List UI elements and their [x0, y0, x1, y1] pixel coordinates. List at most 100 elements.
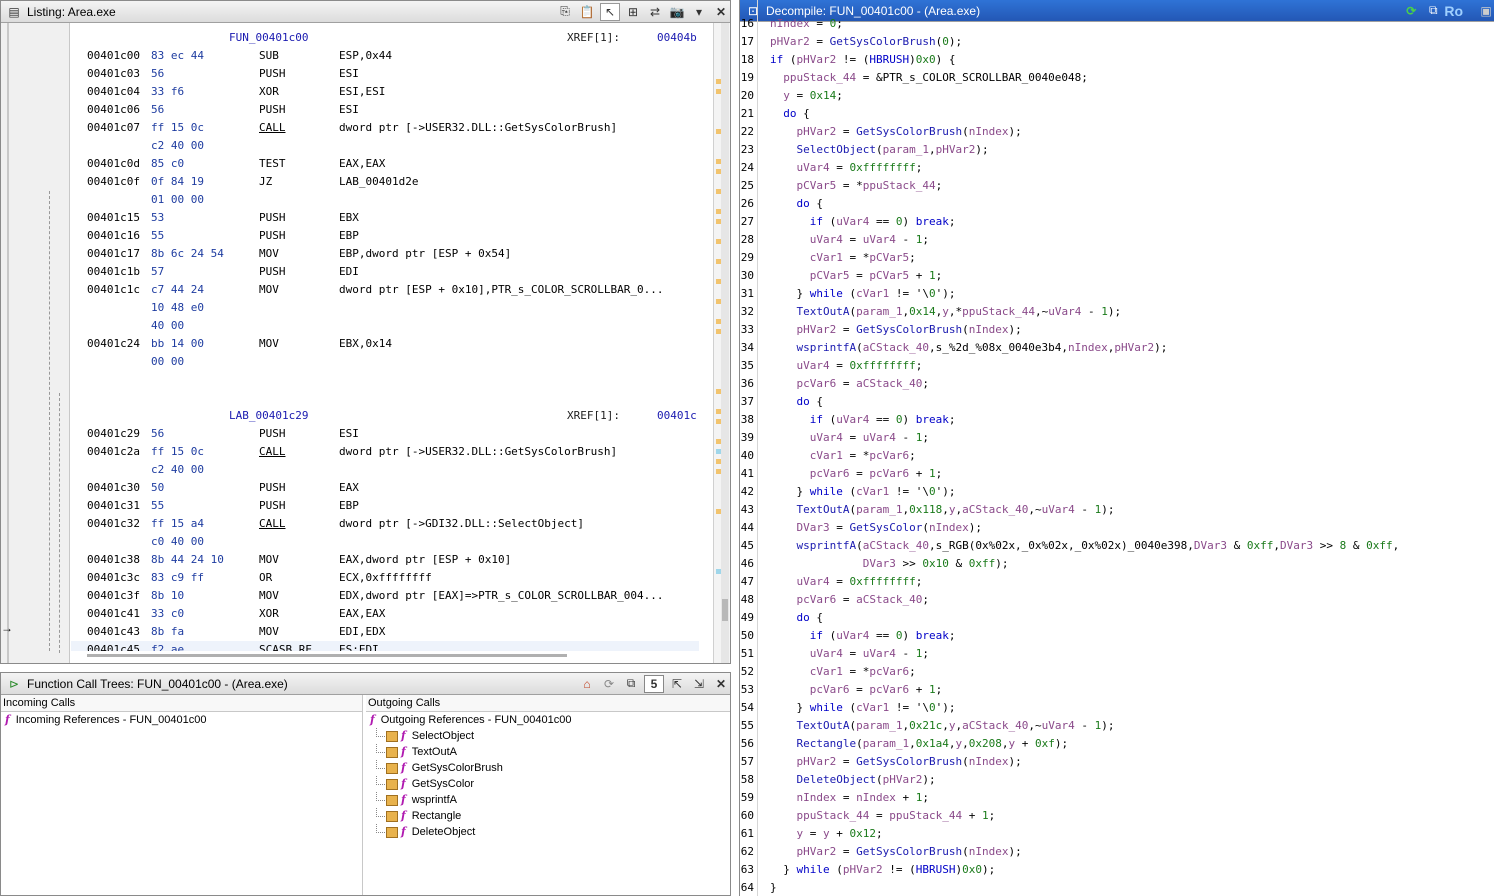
code-text[interactable]: DeleteObject(pHVar2);	[770, 771, 936, 789]
listing-row[interactable]: 00401c03 56 PUSH ESI	[71, 65, 699, 83]
listing-label-row[interactable]: LAB_00401c29 XREF[1]: 00401c	[71, 407, 699, 425]
close-icon[interactable]: ✕	[712, 676, 730, 692]
code-text[interactable]: ppuStack_44 = &PTR_s_COLOR_SCROLLBAR_004…	[770, 69, 1088, 87]
code-text[interactable]: y = y + 0x12;	[770, 825, 883, 843]
code-text[interactable]: }	[770, 879, 777, 896]
listing-row[interactable]: c2 40 00	[71, 461, 699, 479]
code-text[interactable]: pcVar6 = pcVar6 + 1;	[770, 465, 943, 483]
code-text[interactable]: pcVar6 = pcVar6 + 1;	[770, 681, 943, 699]
listing-row[interactable]: 00401c43 8b fa MOV EDI,EDX	[71, 623, 699, 641]
decompile-line[interactable]: 16 nIndex = 0;	[740, 15, 1490, 33]
outgoing-root[interactable]: f Outgoing References - FUN_00401c00	[366, 712, 730, 728]
instruction-operands[interactable]: EAX,EAX	[339, 155, 385, 173]
code-text[interactable]: ppuStack_44 = ppuStack_44 + 1;	[770, 807, 996, 825]
code-text[interactable]: Rectangle(param_1,0x1a4,y,0x208,y + 0xf)…	[770, 735, 1069, 753]
code-text[interactable]: wsprintfA(aCStack_40,s_RGB(0x%02x,_0x%02…	[770, 537, 1400, 555]
navigate-icon[interactable]: ⇲	[690, 676, 708, 692]
decompile-line[interactable]: 17 pHVar2 = GetSysColorBrush(0);	[740, 33, 1490, 51]
instruction-operands[interactable]: dword ptr [->USER32.DLL::GetSysColorBrus…	[339, 119, 617, 137]
listing-row[interactable]: 01 00 00	[71, 191, 699, 209]
listing-row[interactable]: 00401c07 ff 15 0c CALL dword ptr [->USER32.…	[71, 119, 699, 137]
listing-row[interactable]: 00401c38 8b 44 24 10 MOV EAX,dword ptr [ESP…	[71, 551, 699, 569]
instruction-operands[interactable]: EDX,dword ptr [EAX]=>PTR_s_COLOR_SCROLLB…	[339, 587, 664, 605]
decompile-line[interactable]: 18 if (pHVar2 != (HBRUSH)0x0) {	[740, 51, 1490, 69]
code-text[interactable]: do {	[770, 609, 824, 627]
code-text[interactable]: } while (cVar1 != '\0');	[770, 285, 955, 303]
code-text[interactable]: pHVar2 = GetSysColorBrush(nIndex);	[770, 843, 1022, 861]
expand-icon[interactable]: ⇱	[668, 676, 686, 692]
decompile-line[interactable]: 63 } while (pHVar2 != (HBRUSH)0x0);	[740, 861, 1490, 879]
options-menu-icon[interactable]: ▾	[690, 4, 708, 20]
function-label[interactable]: LAB_00401c29	[229, 407, 308, 425]
listing-row[interactable]: 00401c31 55 PUSH EBP	[71, 497, 699, 515]
decompile-line[interactable]: 28 uVar4 = uVar4 - 1;	[740, 231, 1490, 249]
listing-row[interactable]: 00 00	[71, 353, 699, 371]
decompile-line[interactable]: 55 TextOutA(param_1,0x21c,y,aCStack_40,~…	[740, 717, 1490, 735]
decompile-line[interactable]: 22 pHVar2 = GetSysColorBrush(nIndex);	[740, 123, 1490, 141]
decompile-line[interactable]: 45 wsprintfA(aCStack_40,s_RGB(0x%02x,_0x…	[740, 537, 1490, 555]
listing-row[interactable]: 00401c1b 57 PUSH EDI	[71, 263, 699, 281]
outgoing-call-item[interactable]: f SelectObject	[366, 728, 730, 744]
listing-code[interactable]: FUN_00401c00 XREF[1]: 00404b 00401c00 83 ec …	[71, 23, 699, 663]
listing-row[interactable]: 00401c3f 8b 10 MOV EDX,dword ptr [EAX]=>PTR…	[71, 587, 699, 605]
decompile-line[interactable]: 35 uVar4 = 0xffffffff;	[740, 357, 1490, 375]
listing-row[interactable]: c2 40 00	[71, 137, 699, 155]
close-icon[interactable]: ✕	[712, 4, 730, 20]
code-text[interactable]: pHVar2 = GetSysColorBrush(nIndex);	[770, 123, 1022, 141]
decompile-line[interactable]: 25 pCVar5 = *ppuStack_44;	[740, 177, 1490, 195]
listing-scrollbar[interactable]	[721, 23, 729, 663]
copy-icon[interactable]: ⎘	[556, 4, 574, 20]
listing-row[interactable]: 00401c0d 85 c0 TEST EAX,EAX	[71, 155, 699, 173]
decompile-line[interactable]: 52 cVar1 = *pcVar6;	[740, 663, 1490, 681]
code-text[interactable]: pCVar5 = pCVar5 + 1;	[770, 267, 943, 285]
decompile-line[interactable]: 49 do {	[740, 609, 1490, 627]
listing-row[interactable]: 00401c17 8b 6c 24 54 MOV EBP,dword ptr [ESP…	[71, 245, 699, 263]
diff-icon[interactable]: ⇄	[646, 4, 664, 20]
code-text[interactable]: } while (cVar1 != '\0');	[770, 699, 955, 717]
depth-field[interactable]: 5	[644, 674, 664, 693]
code-text[interactable]: pcVar6 = aCStack_40;	[770, 375, 929, 393]
listing-row[interactable]: c0 40 00	[71, 533, 699, 551]
outgoing-call-item[interactable]: f TextOutA	[366, 744, 730, 760]
snapshot-icon[interactable]: 📷	[668, 4, 686, 20]
format-icon[interactable]: ⊞	[624, 4, 642, 20]
code-text[interactable]: uVar4 = 0xffffffff;	[770, 159, 923, 177]
instruction-operands[interactable]: EAX	[339, 479, 359, 497]
instruction-operands[interactable]: EDI	[339, 263, 359, 281]
decompile-line[interactable]: 38 if (uVar4 == 0) break;	[740, 411, 1490, 429]
instruction-operands[interactable]: EDI,EDX	[339, 623, 385, 641]
decompile-line[interactable]: 48 pcVar6 = aCStack_40;	[740, 591, 1490, 609]
listing-row[interactable]: 00401c2a ff 15 0c CALL dword ptr [->USER32.…	[71, 443, 699, 461]
code-text[interactable]: TextOutA(param_1,0x118,y,aCStack_40,~uVa…	[770, 501, 1115, 519]
instruction-operands[interactable]: EBP	[339, 227, 359, 245]
code-text[interactable]: uVar4 = uVar4 - 1;	[770, 645, 929, 663]
code-text[interactable]: uVar4 = 0xffffffff;	[770, 573, 923, 591]
code-text[interactable]: uVar4 = uVar4 - 1;	[770, 231, 929, 249]
listing-row[interactable]: 10 48 e0	[71, 299, 699, 317]
filter-icon[interactable]: ⧉	[622, 676, 640, 692]
instruction-operands[interactable]: dword ptr [->GDI32.DLL::SelectObject]	[339, 515, 584, 533]
decompile-line[interactable]: 40 cVar1 = *pcVar6;	[740, 447, 1490, 465]
instruction-operands[interactable]: ECX,0xffffffff	[339, 569, 432, 587]
code-text[interactable]: pcVar6 = aCStack_40;	[770, 591, 929, 609]
decompile-line[interactable]: 54 } while (cVar1 != '\0');	[740, 699, 1490, 717]
instruction-operands[interactable]: ESP,0x44	[339, 47, 392, 65]
decompile-line[interactable]: 24 uVar4 = 0xffffffff;	[740, 159, 1490, 177]
code-text[interactable]: } while (pHVar2 != (HBRUSH)0x0);	[770, 861, 995, 879]
code-text[interactable]: wsprintfA(aCStack_40,s_%2d_%08x_0040e3b4…	[770, 339, 1168, 357]
instruction-operands[interactable]: EAX,dword ptr [ESP + 0x10]	[339, 551, 511, 569]
decompile-line[interactable]: 39 uVar4 = uVar4 - 1;	[740, 429, 1490, 447]
code-text[interactable]: DVar3 = GetSysColor(nIndex);	[770, 519, 982, 537]
code-text[interactable]: cVar1 = *pcVar6;	[770, 663, 916, 681]
decompile-line[interactable]: 32 TextOutA(param_1,0x14,y,*ppuStack_44,…	[740, 303, 1490, 321]
listing-row[interactable]: 40 00	[71, 317, 699, 335]
decompile-line[interactable]: 58 DeleteObject(pHVar2);	[740, 771, 1490, 789]
listing-row[interactable]: 00401c06 56 PUSH ESI	[71, 101, 699, 119]
code-text[interactable]: pHVar2 = GetSysColorBrush(nIndex);	[770, 753, 1022, 771]
code-text[interactable]: do {	[770, 393, 824, 411]
decompile-line[interactable]: 29 cVar1 = *pCVar5;	[740, 249, 1490, 267]
code-text[interactable]: pHVar2 = GetSysColorBrush(0);	[770, 33, 962, 51]
decompile-line[interactable]: 64}	[740, 879, 1490, 896]
listing-hscrollbar[interactable]	[71, 651, 699, 661]
code-text[interactable]: do {	[770, 195, 824, 213]
